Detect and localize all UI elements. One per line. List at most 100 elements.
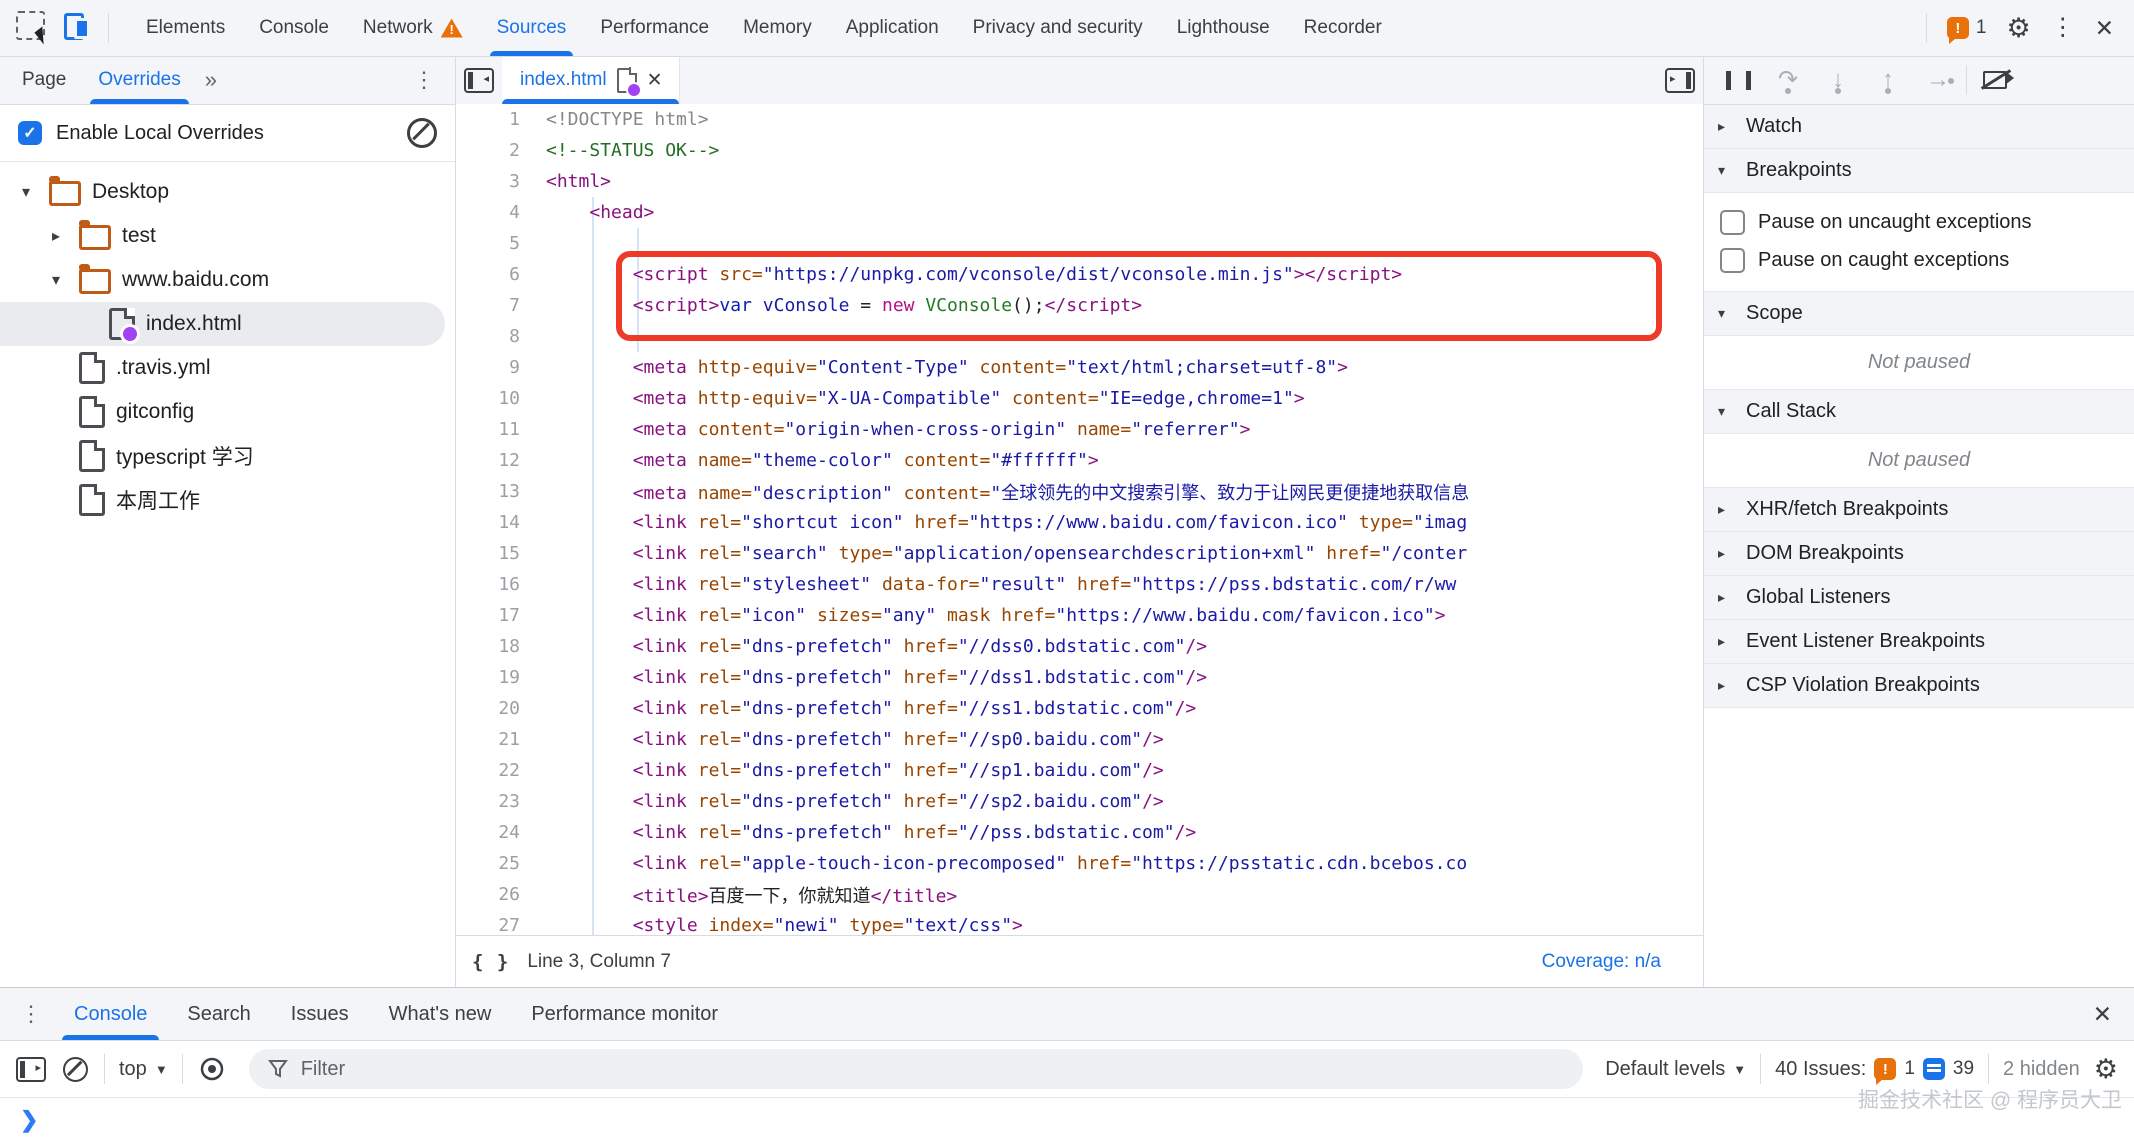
tab-console[interactable]: Console — [242, 0, 346, 56]
line-number[interactable]: 16 — [456, 574, 520, 595]
line-number[interactable]: 1 — [456, 109, 520, 130]
line-number[interactable]: 22 — [456, 760, 520, 781]
inspect-element-icon[interactable] — [16, 11, 45, 45]
line-number[interactable]: 15 — [456, 543, 520, 564]
coverage-link[interactable]: Coverage: n/a — [1542, 951, 1687, 973]
hide-navigator-icon[interactable]: ◂ — [456, 56, 502, 104]
checkbox-unchecked[interactable] — [1720, 210, 1745, 235]
tree-item-www-baidu-com[interactable]: ▾www.baidu.com — [0, 258, 455, 302]
step-into-icon[interactable]: ↓ — [1816, 62, 1860, 98]
close-devtools-icon[interactable]: ✕ — [2095, 17, 2114, 40]
enable-overrides-checkbox[interactable]: ✓ — [18, 121, 42, 145]
section-scope[interactable]: ▾Scope — [1704, 292, 2134, 336]
settings-gear-icon[interactable]: ⚙ — [2007, 15, 2031, 42]
line-number[interactable]: 11 — [456, 419, 520, 440]
line-number[interactable]: 25 — [456, 853, 520, 874]
drawer-tab-performance-monitor[interactable]: Performance monitor — [511, 988, 738, 1040]
show-debugger-sidebar-icon[interactable]: ▸ — [1657, 56, 1703, 104]
tab-memory[interactable]: Memory — [726, 0, 829, 56]
tab-privacy-and-security[interactable]: Privacy and security — [956, 0, 1160, 56]
clear-overrides-icon[interactable] — [407, 118, 437, 148]
more-options-icon[interactable]: ⋮ — [2051, 16, 2075, 40]
line-number[interactable]: 9 — [456, 357, 520, 378]
clear-console-icon[interactable] — [60, 1057, 90, 1082]
section-xhr-fetch-breakpoints[interactable]: ▸XHR/fetch Breakpoints — [1704, 488, 2134, 532]
line-number[interactable]: 6 — [456, 264, 520, 285]
editor-tab-index-html[interactable]: index.html ✕ — [502, 56, 680, 104]
tab-application[interactable]: Application — [829, 0, 956, 56]
line-number[interactable]: 5 — [456, 233, 520, 254]
tab-page[interactable]: Page — [6, 56, 82, 104]
tree-item-desktop[interactable]: ▾Desktop — [0, 170, 455, 214]
line-number[interactable]: 3 — [456, 171, 520, 192]
line-number[interactable]: 13 — [456, 481, 520, 502]
line-number[interactable]: 23 — [456, 791, 520, 812]
console-settings-icon[interactable]: ⚙ — [2094, 1056, 2118, 1083]
drawer-more-icon[interactable]: ⋮ — [8, 1001, 54, 1027]
step-out-icon[interactable]: ↑ — [1866, 62, 1910, 98]
deactivate-breakpoints-icon[interactable] — [1973, 62, 2017, 98]
breakpoint-option[interactable]: Pause on caught exceptions — [1704, 241, 2134, 279]
code-area[interactable]: 1<!DOCTYPE html>2<!--STATUS OK-->3<html>… — [456, 104, 1703, 936]
line-number[interactable]: 7 — [456, 295, 520, 316]
console-sidebar-icon[interactable]: ▸ — [16, 1057, 46, 1082]
line-number[interactable]: 21 — [456, 729, 520, 750]
drawer-tab-what-s-new[interactable]: What's new — [369, 988, 512, 1040]
section-global-listeners[interactable]: ▸Global Listeners — [1704, 576, 2134, 620]
hidden-messages-label[interactable]: 2 hidden — [2003, 1058, 2080, 1081]
drawer-tab-issues[interactable]: Issues — [271, 988, 369, 1040]
tab-network[interactable]: Network! — [346, 0, 480, 56]
step-icon[interactable]: → — [1916, 62, 1960, 98]
line-number[interactable]: 26 — [456, 884, 520, 905]
line-number[interactable]: 24 — [456, 822, 520, 843]
section-dom-breakpoints[interactable]: ▸DOM Breakpoints — [1704, 532, 2134, 576]
tab-lighthouse[interactable]: Lighthouse — [1160, 0, 1287, 56]
collapse-arrow-icon[interactable]: ▾ — [14, 182, 38, 202]
section-event-listener-breakpoints[interactable]: ▸Event Listener Breakpoints — [1704, 620, 2134, 664]
section-breakpoints[interactable]: ▾Breakpoints — [1704, 149, 2134, 193]
section-call-stack[interactable]: ▾Call Stack — [1704, 390, 2134, 434]
filter-input[interactable]: Filter — [249, 1049, 1584, 1089]
tab-elements[interactable]: Elements — [129, 0, 242, 56]
line-number[interactable]: 14 — [456, 512, 520, 533]
line-number[interactable]: 19 — [456, 667, 520, 688]
tree-item-test[interactable]: ▸test — [0, 214, 455, 258]
tree-item-typescript-学习[interactable]: typescript 学习 — [0, 434, 455, 478]
line-number[interactable]: 4 — [456, 202, 520, 223]
line-number[interactable]: 10 — [456, 388, 520, 409]
section-csp-violation-breakpoints[interactable]: ▸CSP Violation Breakpoints — [1704, 664, 2134, 708]
issues-counter-button[interactable]: ! 1 — [1947, 17, 1987, 39]
line-number[interactable]: 27 — [456, 915, 520, 936]
line-number[interactable]: 2 — [456, 140, 520, 161]
line-number[interactable]: 12 — [456, 450, 520, 471]
line-number[interactable]: 20 — [456, 698, 520, 719]
tab-overrides[interactable]: Overrides — [82, 56, 196, 104]
live-expression-eye-icon[interactable] — [197, 1056, 227, 1082]
tree-item-gitconfig[interactable]: gitconfig — [0, 390, 455, 434]
device-toolbar-icon[interactable] — [63, 12, 90, 44]
pretty-print-icon[interactable]: { } — [472, 951, 509, 973]
tab-sources[interactable]: Sources — [480, 0, 584, 56]
drawer-tab-console[interactable]: Console — [54, 988, 167, 1040]
navigator-menu-icon[interactable]: ⋮ — [413, 56, 449, 104]
context-selector[interactable]: top ▼ — [119, 1058, 168, 1081]
collapse-arrow-icon[interactable]: ▾ — [44, 270, 68, 290]
issues-summary-button[interactable]: 40 Issues: ! 1 39 — [1775, 1058, 1974, 1081]
drawer-tab-search[interactable]: Search — [167, 988, 270, 1040]
line-number[interactable]: 18 — [456, 636, 520, 657]
section-watch[interactable]: ▸Watch — [1704, 105, 2134, 149]
more-tabs-icon[interactable]: » — [197, 56, 225, 104]
tab-performance[interactable]: Performance — [583, 0, 726, 56]
checkbox-unchecked[interactable] — [1720, 248, 1745, 273]
close-drawer-icon[interactable]: ✕ — [2071, 1001, 2134, 1028]
tree-item-本周工作[interactable]: 本周工作 — [0, 478, 455, 522]
expand-arrow-icon[interactable]: ▸ — [44, 226, 68, 246]
tab-recorder[interactable]: Recorder — [1287, 0, 1399, 56]
tree-item-index-html[interactable]: index.html — [0, 302, 445, 346]
close-tab-icon[interactable]: ✕ — [647, 69, 663, 92]
step-over-icon[interactable]: ↷ — [1766, 62, 1810, 98]
log-level-selector[interactable]: Default levels ▼ — [1605, 1058, 1746, 1081]
tree-item-travis-yml[interactable]: .travis.yml — [0, 346, 455, 390]
line-number[interactable]: 17 — [456, 605, 520, 626]
breakpoint-option[interactable]: Pause on uncaught exceptions — [1704, 203, 2134, 241]
